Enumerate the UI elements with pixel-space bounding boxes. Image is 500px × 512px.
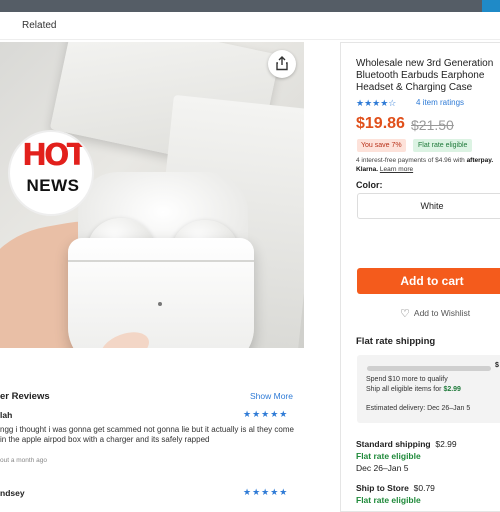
hot-news-badge: HOT NEWS: [8, 130, 94, 216]
review-stars: ★★★★★: [243, 409, 289, 419]
review-time: out a month ago: [0, 457, 47, 464]
klarna-brand: Klarna.: [356, 166, 379, 173]
standard-shipping-price: $2.99: [435, 439, 457, 449]
standard-flat-rate: Flat rate eligible: [356, 451, 421, 461]
shipping-progress-bar: [367, 366, 491, 371]
reviewer-name: ndsey: [0, 488, 25, 498]
add-to-wishlist-button[interactable]: ♡ Add to Wishlist: [400, 307, 470, 320]
flat-rate-badge: Flat rate eligible: [413, 139, 473, 152]
estimated-delivery: Estimated delivery: Dec 26–Jan 5: [366, 405, 471, 412]
installment-text: 4 interest-free payments of $4.96 with: [356, 157, 467, 164]
reviews-heading: er Reviews: [0, 391, 50, 402]
store-flat-rate: Flat rate eligible: [356, 495, 421, 505]
ship-to-store-price: $0.79: [413, 483, 435, 493]
news-badge-text: NEWS: [26, 176, 80, 195]
ratings-link[interactable]: 4 item ratings: [416, 98, 464, 107]
color-label: Color:: [356, 180, 383, 190]
share-icon: [276, 56, 288, 71]
standard-shipping-option: Standard shipping $2.99: [356, 439, 457, 449]
shipping-heading: Flat rate shipping: [356, 336, 436, 347]
afterpay-brand: afterpay.: [466, 157, 494, 164]
review-text: ngg i thought i was gonna get scammed no…: [0, 425, 294, 444]
add-to-cart-button[interactable]: Add to cart: [357, 268, 500, 294]
review-stars: ★★★★★: [243, 487, 289, 497]
installment-info: 4 interest-free payments of $4.96 with a…: [356, 156, 500, 174]
color-option-white[interactable]: White: [357, 193, 500, 219]
original-price: $21.50: [411, 117, 454, 133]
share-button[interactable]: [268, 50, 296, 78]
standard-shipping-label: Standard shipping: [356, 439, 431, 449]
hot-badge-text: HOT: [21, 138, 87, 173]
product-title: Wholesale new 3rd Generation Bluetooth E…: [356, 58, 494, 93]
heart-icon: ♡: [400, 308, 410, 320]
show-more-link[interactable]: Show More: [250, 391, 293, 401]
shipping-eligible-prefix: Ship all eligible items for: [366, 386, 444, 393]
related-bar: Related: [0, 12, 500, 40]
learn-more-link[interactable]: Learn more: [380, 166, 413, 173]
shipping-eligible-price: $2.99: [443, 386, 461, 393]
shipping-qualify-text: Spend $10 more to qualify: [366, 376, 448, 383]
rating-stars: ★★★★☆: [356, 98, 397, 108]
ship-to-store-option: Ship to Store $0.79: [356, 483, 435, 493]
reviewer-name: lah: [0, 410, 13, 420]
shipping-eligible-text: Ship all eligible items for $2.99: [366, 386, 461, 393]
product-image[interactable]: HOT NEWS: [0, 42, 304, 348]
top-navigation-strip: [0, 0, 500, 12]
top-strip-accent: [482, 0, 500, 12]
related-tab[interactable]: Related: [22, 20, 56, 31]
standard-delivery-dates: Dec 26–Jan 5: [356, 463, 409, 473]
savings-badge: You save 7%: [357, 139, 406, 152]
wishlist-label: Add to Wishlist: [413, 308, 471, 318]
shipping-progress-value: $: [495, 362, 499, 369]
charging-case: [68, 238, 254, 348]
current-price: $19.86: [356, 115, 405, 132]
ship-to-store-label: Ship to Store: [356, 483, 409, 493]
case-led: [158, 302, 162, 306]
